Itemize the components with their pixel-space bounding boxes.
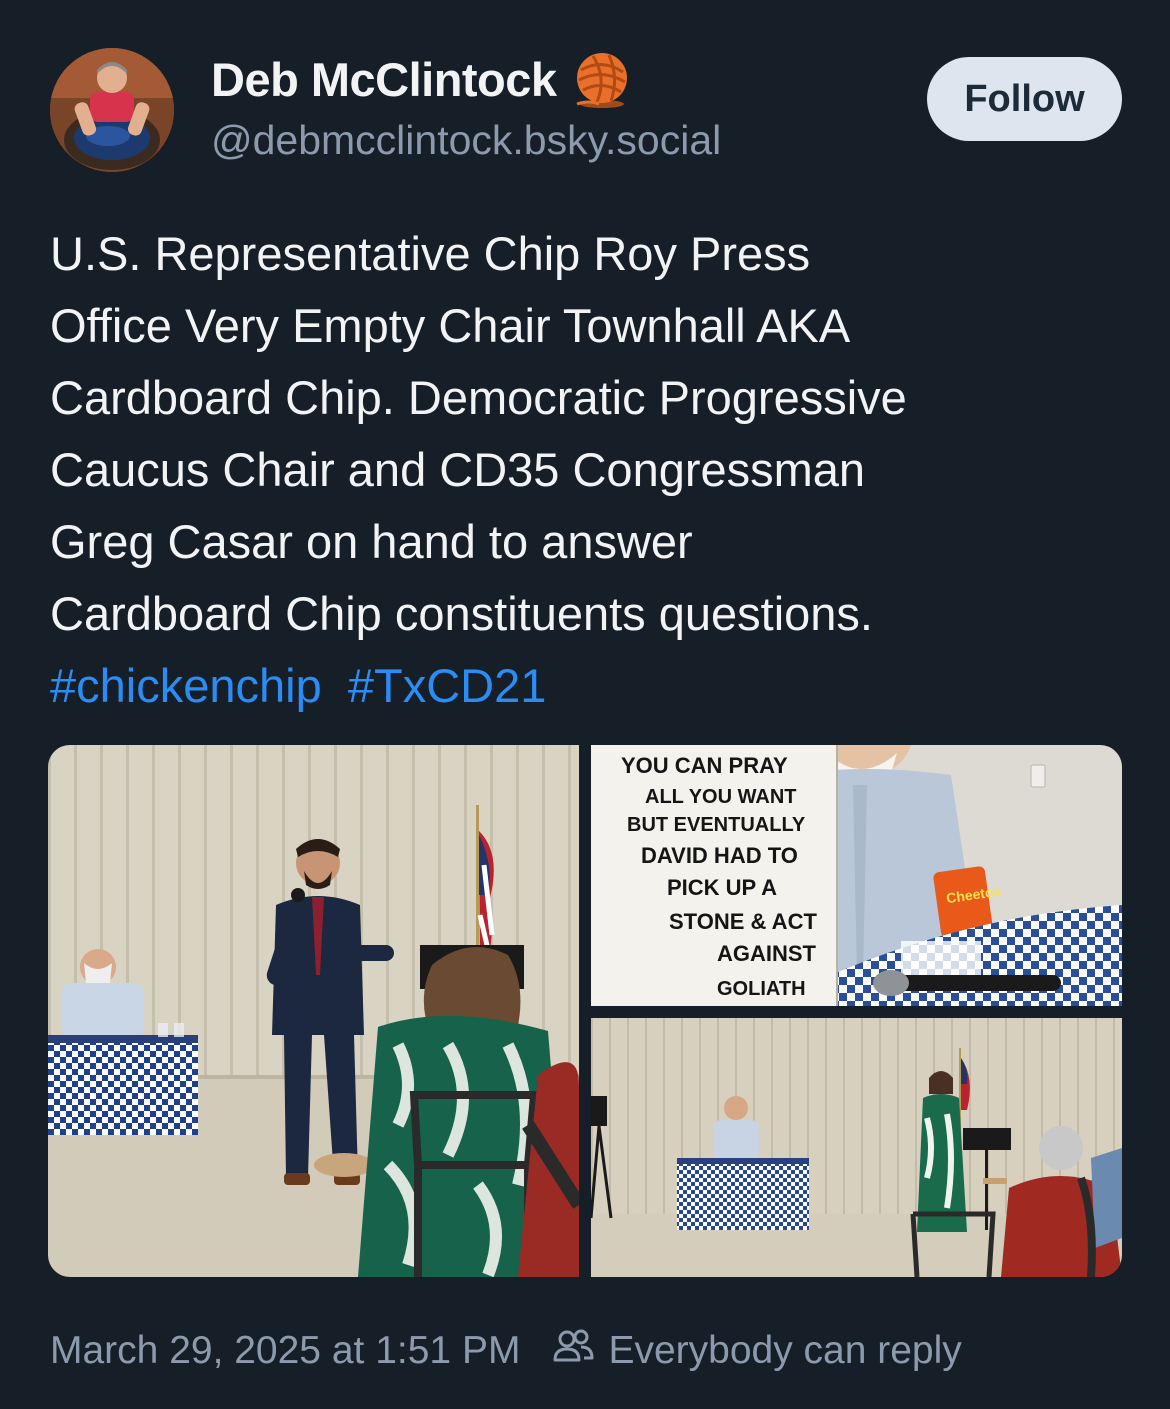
sign-text-line: BUT EVENTUALLY — [627, 814, 806, 836]
follow-button[interactable]: Follow — [927, 57, 1122, 141]
people-icon — [552, 1326, 596, 1376]
post-timestamp: March 29, 2025 at 1:51 PM — [50, 1329, 521, 1372]
sign-text-line: STONE & ACT — [669, 909, 817, 934]
post-text-line: Cardboard Chip. Democratic Progressive — [50, 371, 907, 424]
author-display-name[interactable]: Deb McClintock — [211, 52, 557, 107]
hashtag-row: #chickenchip #TxCD21 — [50, 650, 1125, 722]
post-footer: March 29, 2025 at 1:51 PM Everybody can … — [50, 1325, 962, 1377]
post-text-line: Cardboard Chip constituents questions. — [50, 587, 873, 640]
image-gallery: Cheetos YOU CAN PRAY ALL YOU WANT BUT EV… — [48, 745, 1122, 1277]
author-avatar[interactable] — [50, 48, 174, 172]
post-text-line: U.S. Representative Chip Roy Press — [50, 227, 811, 280]
yarn-ball-icon — [571, 48, 633, 110]
author-name-row[interactable]: Deb McClintock — [211, 48, 633, 110]
hashtag-link-txcd21[interactable]: #TxCD21 — [348, 659, 547, 712]
sign-text-line: AGAINST — [717, 941, 817, 966]
reply-setting-label: Everybody can reply — [608, 1329, 962, 1372]
post-text-line: Greg Casar on hand to answer — [50, 515, 693, 568]
hashtag-link-chickenchip[interactable]: #chickenchip — [50, 659, 322, 712]
post-text-line: Caucus Chair and CD35 Congressman — [50, 443, 866, 496]
sign-text-line: GOLIATH — [717, 978, 806, 1000]
reply-setting: Everybody can reply — [552, 1326, 962, 1376]
gallery-image-speaker[interactable] — [48, 745, 579, 1277]
gallery-image-sign[interactable]: Cheetos YOU CAN PRAY ALL YOU WANT BUT EV… — [591, 745, 1122, 1006]
post-text: U.S. Representative Chip Roy Press Offic… — [50, 218, 1125, 722]
sign-text-line: PICK UP A — [667, 875, 777, 900]
sign-text-line: ALL YOU WANT — [645, 786, 796, 808]
gallery-image-wide-shot[interactable] — [591, 1018, 1122, 1277]
sign-text-line: DAVID HAD TO — [641, 843, 798, 868]
author-handle[interactable]: @debmcclintock.bsky.social — [211, 117, 721, 164]
post-text-line: Office Very Empty Chair Townhall AKA — [50, 299, 851, 352]
sign-text-line: YOU CAN PRAY — [621, 753, 788, 778]
